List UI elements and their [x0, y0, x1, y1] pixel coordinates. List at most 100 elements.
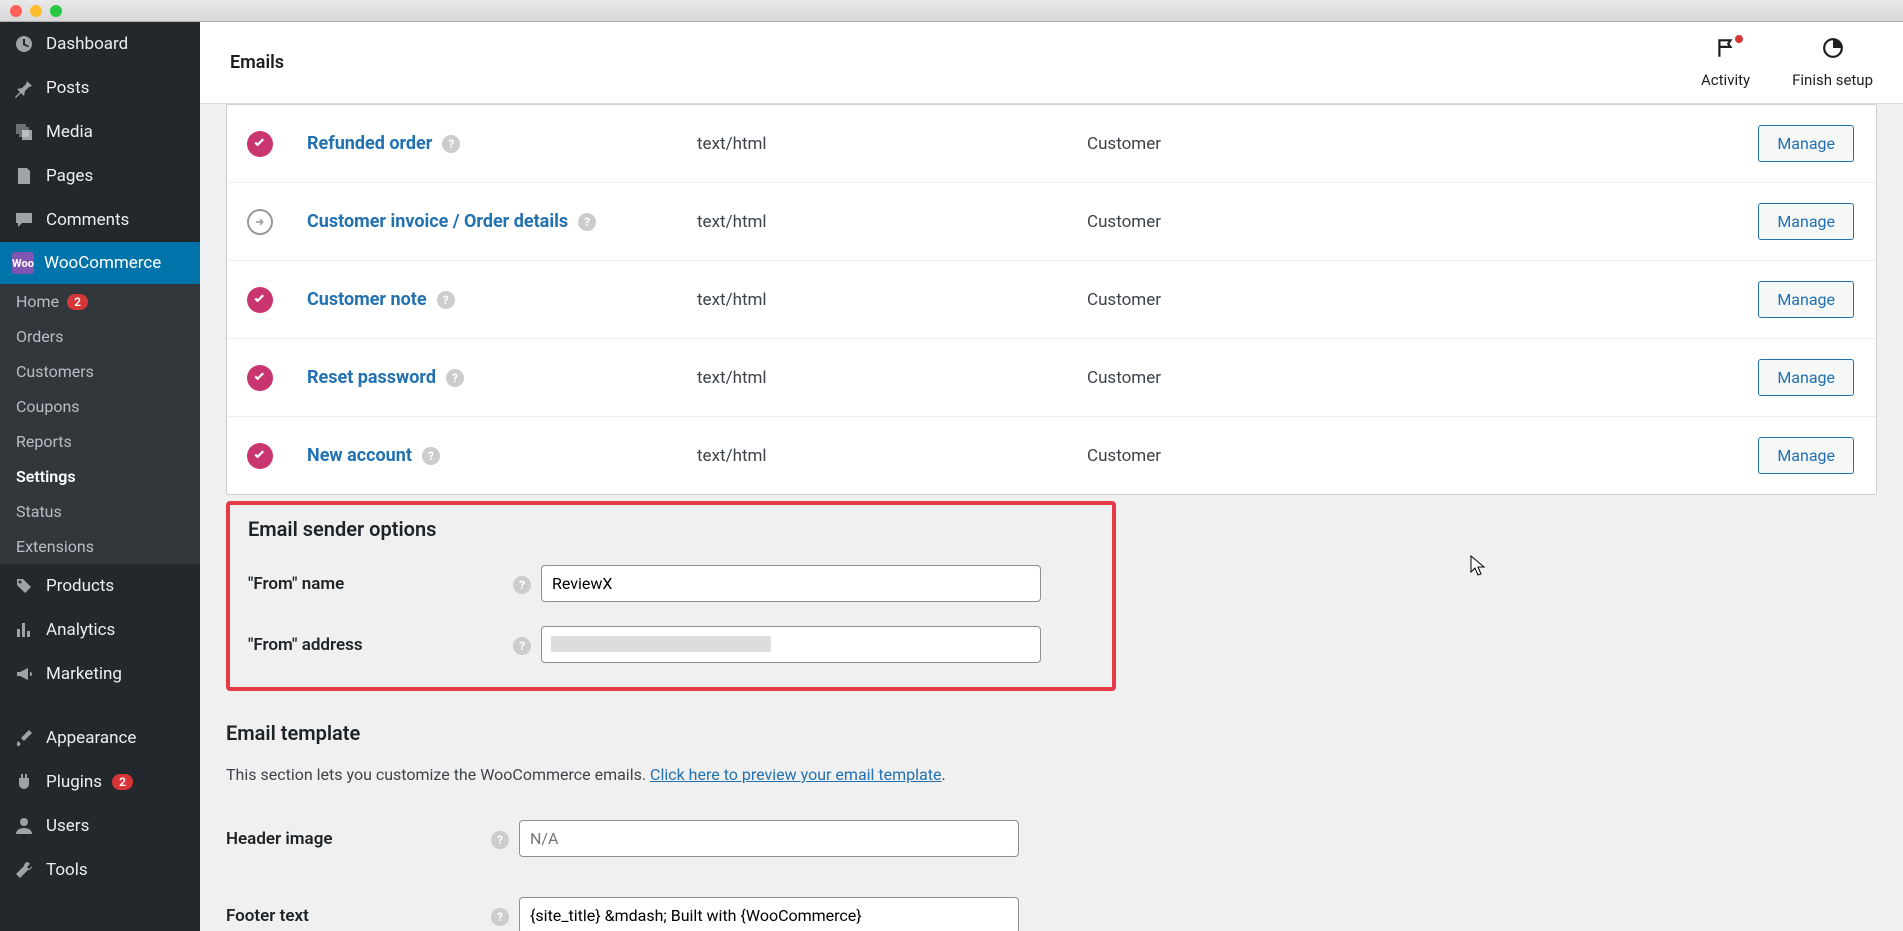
- plug-icon: [12, 770, 36, 794]
- admin-sidebar: Dashboard Posts Media Pages Comments: [0, 22, 200, 931]
- sidebar-label-users: Users: [46, 816, 89, 836]
- recipient: Customer: [1087, 290, 1617, 310]
- page-title: Emails: [230, 52, 284, 73]
- help-icon[interactable]: ?: [437, 291, 455, 309]
- sidebar-label-appearance: Appearance: [46, 728, 136, 748]
- sidebar-sub-label-status: Status: [16, 502, 62, 521]
- minimize-window-icon[interactable]: [30, 5, 42, 17]
- sidebar-sub-label-home: Home: [16, 292, 59, 311]
- email-name-link[interactable]: Customer note?: [307, 289, 697, 310]
- content-type: text/html: [697, 134, 1087, 154]
- finish-setup-button[interactable]: Finish setup: [1792, 37, 1873, 89]
- sidebar-item-woocommerce[interactable]: Woo WooCommerce: [0, 242, 200, 284]
- products-icon: [12, 574, 36, 598]
- help-icon[interactable]: ?: [578, 213, 596, 231]
- sidebar-sub-orders[interactable]: Orders: [0, 319, 200, 354]
- plugins-badge: 2: [112, 774, 133, 790]
- sidebar-item-dashboard[interactable]: Dashboard: [0, 22, 200, 66]
- sidebar-submenu-woocommerce: Home 2 Orders Customers Coupons Reports …: [0, 284, 200, 564]
- status-enabled-icon: [247, 365, 273, 391]
- manage-button[interactable]: Manage: [1758, 281, 1854, 318]
- sidebar-label-tools: Tools: [46, 860, 88, 880]
- sidebar-item-media[interactable]: Media: [0, 110, 200, 154]
- email-notifications-table: Refunded order? text/html Customer Manag…: [226, 104, 1877, 495]
- email-name-text: Reset password: [307, 367, 436, 388]
- email-name-text: Refunded order: [307, 133, 432, 154]
- sidebar-sub-label-coupons: Coupons: [16, 397, 80, 416]
- sidebar-item-tools[interactable]: Tools: [0, 848, 200, 892]
- email-name-link[interactable]: Customer invoice / Order details?: [307, 211, 697, 232]
- sidebar-label-posts: Posts: [46, 78, 89, 98]
- sidebar-item-pages[interactable]: Pages: [0, 154, 200, 198]
- sidebar-sub-customers[interactable]: Customers: [0, 354, 200, 389]
- activity-button[interactable]: Activity: [1701, 37, 1750, 89]
- recipient: Customer: [1087, 134, 1617, 154]
- status-enabled-icon: [247, 287, 273, 313]
- sidebar-item-analytics[interactable]: Analytics: [0, 608, 200, 652]
- footer-text-input[interactable]: [519, 897, 1019, 931]
- from-name-input[interactable]: [541, 565, 1041, 602]
- sidebar-sub-extensions[interactable]: Extensions: [0, 529, 200, 564]
- template-section-title: Email template: [226, 721, 1877, 745]
- help-icon[interactable]: ?: [513, 637, 531, 655]
- help-icon[interactable]: ?: [442, 135, 460, 153]
- recipient: Customer: [1087, 212, 1617, 232]
- table-row: Customer invoice / Order details? text/h…: [227, 183, 1876, 261]
- megaphone-icon: [12, 662, 36, 686]
- sender-section-title: Email sender options: [248, 517, 1094, 541]
- help-icon[interactable]: ?: [491, 831, 509, 849]
- template-desc-text: This section lets you customize the WooC…: [226, 765, 650, 784]
- sidebar-label-dashboard: Dashboard: [46, 34, 128, 54]
- preview-template-link[interactable]: Click here to preview your email templat…: [650, 765, 941, 784]
- manage-button[interactable]: Manage: [1758, 359, 1854, 396]
- progress-circle-icon: [1822, 37, 1844, 65]
- media-icon: [12, 120, 36, 144]
- sidebar-item-users[interactable]: Users: [0, 804, 200, 848]
- help-icon[interactable]: ?: [446, 369, 464, 387]
- sidebar-item-plugins[interactable]: Plugins 2: [0, 760, 200, 804]
- status-enabled-icon: [247, 443, 273, 469]
- sidebar-label-analytics: Analytics: [46, 620, 115, 640]
- email-name-link[interactable]: New account?: [307, 445, 697, 466]
- sidebar-item-marketing[interactable]: Marketing: [0, 652, 200, 696]
- activity-label: Activity: [1701, 71, 1750, 89]
- content-type: text/html: [697, 212, 1087, 232]
- from-address-label: "From" address: [248, 635, 513, 655]
- content-type: text/html: [697, 446, 1087, 466]
- help-icon[interactable]: ?: [491, 908, 509, 926]
- email-name-link[interactable]: Reset password?: [307, 367, 697, 388]
- manage-button[interactable]: Manage: [1758, 203, 1854, 240]
- sidebar-item-posts[interactable]: Posts: [0, 66, 200, 110]
- recipient: Customer: [1087, 368, 1617, 388]
- header-image-input[interactable]: [519, 820, 1019, 857]
- sidebar-sub-label-reports: Reports: [16, 432, 72, 451]
- close-window-icon[interactable]: [10, 5, 22, 17]
- sidebar-sub-label-extensions: Extensions: [16, 537, 94, 556]
- from-name-label: "From" name: [248, 574, 513, 594]
- template-description: This section lets you customize the WooC…: [226, 765, 1877, 784]
- maximize-window-icon[interactable]: [50, 5, 62, 17]
- sidebar-item-appearance[interactable]: Appearance: [0, 716, 200, 760]
- sidebar-label-comments: Comments: [46, 210, 129, 230]
- table-row: Refunded order? text/html Customer Manag…: [227, 105, 1876, 183]
- email-name-text: Customer note: [307, 289, 427, 310]
- notification-dot-icon: [1735, 35, 1743, 43]
- sidebar-label-plugins: Plugins: [46, 772, 102, 792]
- email-name-link[interactable]: Refunded order?: [307, 133, 697, 154]
- sidebar-sub-home[interactable]: Home 2: [0, 284, 200, 319]
- help-icon[interactable]: ?: [422, 447, 440, 465]
- sidebar-sub-reports[interactable]: Reports: [0, 424, 200, 459]
- pin-icon: [12, 76, 36, 100]
- sidebar-sub-settings[interactable]: Settings: [0, 459, 200, 494]
- table-row: New account? text/html Customer Manage: [227, 417, 1876, 494]
- sidebar-item-products[interactable]: Products: [0, 564, 200, 608]
- sidebar-sub-coupons[interactable]: Coupons: [0, 389, 200, 424]
- help-icon[interactable]: ?: [513, 576, 531, 594]
- manage-button[interactable]: Manage: [1758, 437, 1854, 474]
- sidebar-item-comments[interactable]: Comments: [0, 198, 200, 242]
- email-sender-highlighted-section: Email sender options "From" name ? "From…: [226, 501, 1116, 691]
- sidebar-label-pages: Pages: [46, 166, 93, 186]
- content-type: text/html: [697, 368, 1087, 388]
- manage-button[interactable]: Manage: [1758, 125, 1854, 162]
- sidebar-sub-status[interactable]: Status: [0, 494, 200, 529]
